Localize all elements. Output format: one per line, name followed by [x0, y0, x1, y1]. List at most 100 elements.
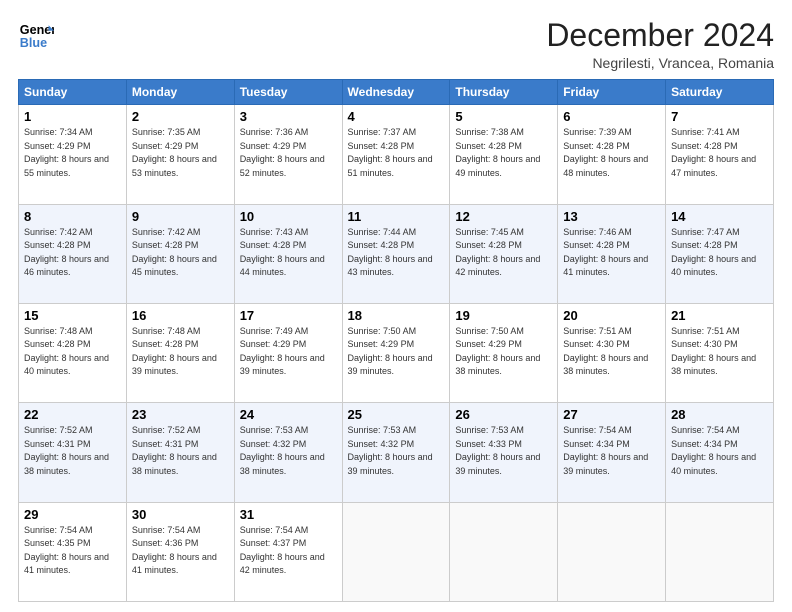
day-number: 20 [563, 308, 660, 323]
day-info: Sunrise: 7:45 AMSunset: 4:28 PMDaylight:… [455, 227, 540, 278]
table-row: 5 Sunrise: 7:38 AMSunset: 4:28 PMDaylight… [450, 105, 558, 204]
day-info: Sunrise: 7:42 AMSunset: 4:28 PMDaylight:… [24, 227, 109, 278]
day-number: 26 [455, 407, 552, 422]
svg-text:Blue: Blue [20, 36, 47, 50]
day-info: Sunrise: 7:36 AMSunset: 4:29 PMDaylight:… [240, 127, 325, 178]
day-number: 16 [132, 308, 229, 323]
table-row: 18Sunrise: 7:50 AMSunset: 4:29 PMDayligh… [342, 303, 450, 402]
table-row [558, 502, 666, 601]
table-row: 23Sunrise: 7:52 AMSunset: 4:31 PMDayligh… [126, 403, 234, 502]
day-number: 10 [240, 209, 337, 224]
day-number: 23 [132, 407, 229, 422]
table-row: 21Sunrise: 7:51 AMSunset: 4:30 PMDayligh… [666, 303, 774, 402]
table-row [342, 502, 450, 601]
day-info: Sunrise: 7:44 AMSunset: 4:28 PMDaylight:… [348, 227, 433, 278]
calendar-row: 1Sunrise: 7:34 AMSunset: 4:29 PMDaylight… [19, 105, 774, 204]
day-info: Sunrise: 7:42 AMSunset: 4:28 PMDaylight:… [132, 227, 217, 278]
table-row: 28 Sunrise: 7:54 AMSunset: 4:34 PMDayligh… [666, 403, 774, 502]
day-number: 2 [132, 109, 229, 124]
day-info: Sunrise: 7:41 AMSunset: 4:28 PMDaylight:… [671, 127, 756, 178]
day-info: Sunrise: 7:35 AMSunset: 4:29 PMDaylight:… [132, 127, 217, 178]
day-info: Sunrise: 7:54 AMSunset: 4:35 PMDaylight:… [24, 525, 109, 576]
day-info: Sunrise: 7:53 AMSunset: 4:32 PMDaylight:… [240, 425, 325, 476]
table-row: 20Sunrise: 7:51 AMSunset: 4:30 PMDayligh… [558, 303, 666, 402]
day-number: 24 [240, 407, 337, 422]
day-number: 11 [348, 209, 445, 224]
table-row: 27 Sunrise: 7:54 AMSunset: 4:34 PMDayligh… [558, 403, 666, 502]
day-info: Sunrise: 7:37 AMSunset: 4:28 PMDaylight:… [348, 127, 433, 178]
table-row: 17Sunrise: 7:49 AMSunset: 4:29 PMDayligh… [234, 303, 342, 402]
table-row: 24 Sunrise: 7:53 AMSunset: 4:32 PMDayligh… [234, 403, 342, 502]
subtitle: Negrilesti, Vrancea, Romania [546, 55, 774, 71]
table-row: 31Sunrise: 7:54 AMSunset: 4:37 PMDayligh… [234, 502, 342, 601]
day-info: Sunrise: 7:38 AMSunset: 4:28 PMDaylight:… [455, 127, 540, 178]
calendar-body: 1Sunrise: 7:34 AMSunset: 4:29 PMDaylight… [19, 105, 774, 602]
day-number: 28 [671, 407, 768, 422]
day-number: 19 [455, 308, 552, 323]
table-row: 19 Sunrise: 7:50 AMSunset: 4:29 PMDayligh… [450, 303, 558, 402]
day-number: 7 [671, 109, 768, 124]
day-number: 3 [240, 109, 337, 124]
logo: General Blue [18, 18, 54, 54]
calendar-row: 29Sunrise: 7:54 AMSunset: 4:35 PMDayligh… [19, 502, 774, 601]
day-number: 30 [132, 507, 229, 522]
col-saturday: Saturday [666, 80, 774, 105]
day-info: Sunrise: 7:54 AMSunset: 4:34 PMDaylight:… [563, 425, 648, 476]
calendar-row: 8 Sunrise: 7:42 AMSunset: 4:28 PMDaylight… [19, 204, 774, 303]
day-number: 14 [671, 209, 768, 224]
table-row: 16Sunrise: 7:48 AMSunset: 4:28 PMDayligh… [126, 303, 234, 402]
day-info: Sunrise: 7:43 AMSunset: 4:28 PMDaylight:… [240, 227, 325, 278]
table-row: 3 Sunrise: 7:36 AMSunset: 4:29 PMDaylight… [234, 105, 342, 204]
day-number: 12 [455, 209, 552, 224]
col-tuesday: Tuesday [234, 80, 342, 105]
header-row: Sunday Monday Tuesday Wednesday Thursday… [19, 80, 774, 105]
col-wednesday: Wednesday [342, 80, 450, 105]
table-row: 15Sunrise: 7:48 AMSunset: 4:28 PMDayligh… [19, 303, 127, 402]
table-row: 30 Sunrise: 7:54 AMSunset: 4:36 PMDayligh… [126, 502, 234, 601]
day-number: 22 [24, 407, 121, 422]
day-number: 4 [348, 109, 445, 124]
table-row: 26 Sunrise: 7:53 AMSunset: 4:33 PMDayligh… [450, 403, 558, 502]
header: General Blue December 2024 Negrilesti, V… [18, 18, 774, 71]
day-number: 25 [348, 407, 445, 422]
table-row: 11 Sunrise: 7:44 AMSunset: 4:28 PMDayligh… [342, 204, 450, 303]
day-number: 1 [24, 109, 121, 124]
col-thursday: Thursday [450, 80, 558, 105]
calendar-row: 15Sunrise: 7:48 AMSunset: 4:28 PMDayligh… [19, 303, 774, 402]
table-row: 6Sunrise: 7:39 AMSunset: 4:28 PMDaylight… [558, 105, 666, 204]
day-number: 8 [24, 209, 121, 224]
table-row: 10 Sunrise: 7:43 AMSunset: 4:28 PMDayligh… [234, 204, 342, 303]
day-info: Sunrise: 7:53 AMSunset: 4:33 PMDaylight:… [455, 425, 540, 476]
table-row: 29Sunrise: 7:54 AMSunset: 4:35 PMDayligh… [19, 502, 127, 601]
day-info: Sunrise: 7:53 AMSunset: 4:32 PMDaylight:… [348, 425, 433, 476]
main-title: December 2024 [546, 18, 774, 53]
title-block: December 2024 Negrilesti, Vrancea, Roman… [546, 18, 774, 71]
table-row [450, 502, 558, 601]
table-row: 7 Sunrise: 7:41 AMSunset: 4:28 PMDaylight… [666, 105, 774, 204]
day-number: 21 [671, 308, 768, 323]
day-info: Sunrise: 7:50 AMSunset: 4:29 PMDaylight:… [455, 326, 540, 377]
day-info: Sunrise: 7:48 AMSunset: 4:28 PMDaylight:… [24, 326, 109, 377]
table-row: 22 Sunrise: 7:52 AMSunset: 4:31 PMDayligh… [19, 403, 127, 502]
calendar-table: Sunday Monday Tuesday Wednesday Thursday… [18, 79, 774, 602]
table-row: 13Sunrise: 7:46 AMSunset: 4:28 PMDayligh… [558, 204, 666, 303]
day-number: 31 [240, 507, 337, 522]
col-sunday: Sunday [19, 80, 127, 105]
day-number: 13 [563, 209, 660, 224]
day-number: 27 [563, 407, 660, 422]
col-friday: Friday [558, 80, 666, 105]
day-number: 5 [455, 109, 552, 124]
day-info: Sunrise: 7:52 AMSunset: 4:31 PMDaylight:… [24, 425, 109, 476]
page: General Blue December 2024 Negrilesti, V… [0, 0, 792, 612]
day-number: 9 [132, 209, 229, 224]
table-row: 12 Sunrise: 7:45 AMSunset: 4:28 PMDayligh… [450, 204, 558, 303]
day-info: Sunrise: 7:54 AMSunset: 4:36 PMDaylight:… [132, 525, 217, 576]
table-row: 9 Sunrise: 7:42 AMSunset: 4:28 PMDaylight… [126, 204, 234, 303]
col-monday: Monday [126, 80, 234, 105]
day-info: Sunrise: 7:49 AMSunset: 4:29 PMDaylight:… [240, 326, 325, 377]
generalblue-logo-icon: General Blue [18, 18, 54, 54]
table-row: 8 Sunrise: 7:42 AMSunset: 4:28 PMDaylight… [19, 204, 127, 303]
day-info: Sunrise: 7:50 AMSunset: 4:29 PMDaylight:… [348, 326, 433, 377]
day-info: Sunrise: 7:54 AMSunset: 4:34 PMDaylight:… [671, 425, 756, 476]
table-row: 14Sunrise: 7:47 AMSunset: 4:28 PMDayligh… [666, 204, 774, 303]
